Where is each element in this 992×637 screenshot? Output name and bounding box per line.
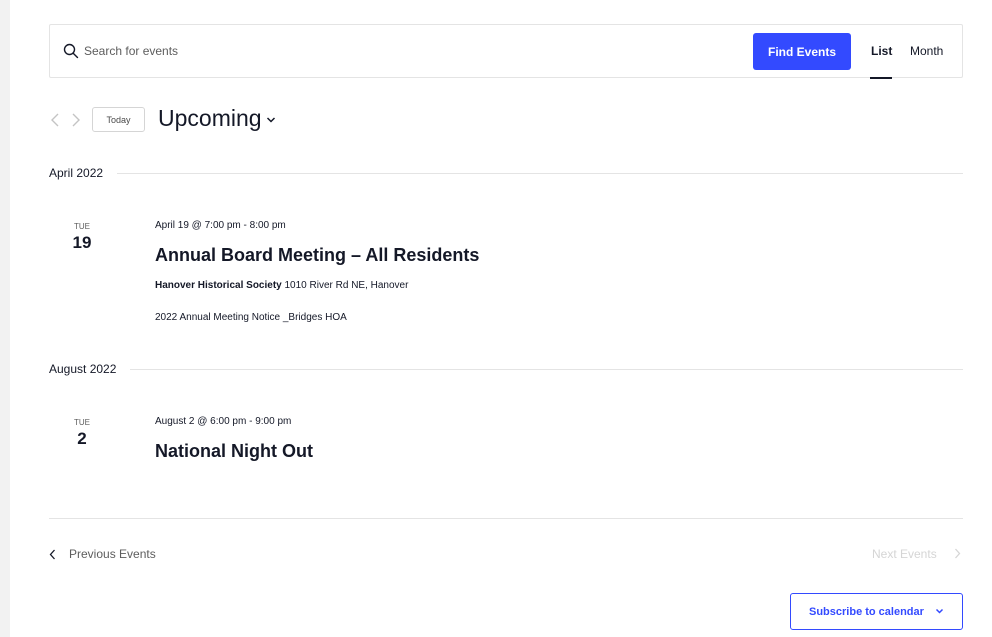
month-separator-label: April 2022 — [49, 166, 118, 180]
event-datetime: April 19 @ 7:00 pm - 8:00 pm — [155, 220, 286, 231]
event-description: 2022 Annual Meeting Notice _Bridges HOA — [155, 312, 347, 323]
view-month-tab[interactable]: Month — [910, 44, 943, 58]
search-icon — [63, 43, 79, 59]
event-datetime: August 2 @ 6:00 pm - 9:00 pm — [155, 416, 292, 427]
chevron-down-icon[interactable] — [266, 116, 276, 124]
next-events-label: Next Events — [872, 547, 937, 561]
event-venue-address: 1010 River Rd NE, Hanover — [284, 280, 409, 291]
today-button[interactable]: Today — [92, 107, 145, 132]
event-venue: Hanover Historical Society 1010 River Rd… — [155, 280, 408, 291]
subscribe-label: Subscribe to calendar — [809, 605, 924, 618]
event-day-of-week: TUE — [74, 418, 90, 427]
search-input[interactable] — [84, 38, 484, 64]
event-title-link[interactable]: National Night Out — [155, 441, 313, 462]
month-separator-line — [49, 369, 963, 370]
next-arrow-icon[interactable] — [71, 112, 81, 128]
month-separator-label: August 2022 — [49, 362, 131, 376]
upcoming-datepicker[interactable]: Upcoming — [158, 105, 262, 132]
subscribe-calendar-button[interactable]: Subscribe to calendar — [790, 593, 963, 630]
active-view-indicator — [870, 77, 892, 79]
event-venue-name: Hanover Historical Society — [155, 280, 282, 291]
chevron-left-icon — [49, 549, 55, 560]
events-search-bar: Find Events List Month — [49, 24, 963, 79]
event-day-of-week: TUE — [74, 222, 90, 231]
previous-events-link[interactable]: Previous Events — [49, 547, 156, 561]
next-events-link: Next Events — [872, 547, 961, 561]
events-panel: Find Events List Month Today Upcoming Ap… — [10, 0, 992, 637]
event-day-number: 2 — [77, 429, 87, 448]
event-day-number: 19 — [72, 233, 92, 252]
previous-events-label: Previous Events — [69, 547, 156, 561]
view-list-tab[interactable]: List — [871, 44, 892, 58]
event-title-link[interactable]: Annual Board Meeting – All Residents — [155, 245, 479, 266]
month-separator-line — [49, 173, 963, 174]
chevron-right-icon — [955, 548, 961, 559]
find-events-button[interactable]: Find Events — [753, 33, 851, 70]
previous-arrow-icon[interactable] — [50, 112, 60, 128]
chevron-down-icon — [935, 608, 944, 614]
footer-divider — [49, 518, 963, 519]
